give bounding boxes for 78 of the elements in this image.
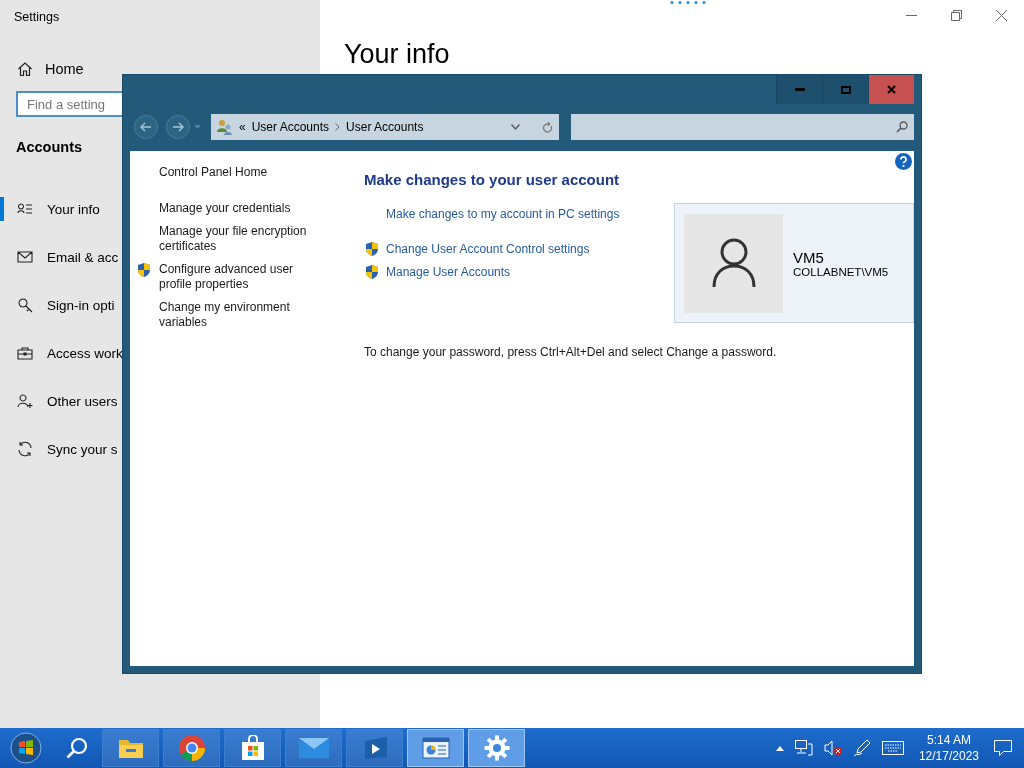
- sync-icon: [16, 441, 34, 457]
- minimize-icon: [794, 88, 805, 91]
- nav-item[interactable]: Access work: [0, 329, 123, 377]
- start-orb-icon: [10, 732, 42, 764]
- task-link[interactable]: Manage User Accounts: [386, 264, 511, 279]
- close-icon: [887, 85, 896, 94]
- window-title: Settings: [13, 9, 61, 26]
- shield-icon: [364, 240, 380, 257]
- page-heading: Your info: [344, 38, 450, 70]
- sidebar-link[interactable]: Configure advanced user profile properties: [159, 262, 319, 292]
- help-icon[interactable]: [895, 153, 912, 170]
- control-panel-icon: [421, 737, 450, 759]
- search-icon: [66, 737, 88, 759]
- account-name: COLLABNET\VM5: [793, 265, 889, 278]
- shield-icon: [136, 262, 152, 278]
- loading-dots-icon: [670, 0, 706, 5]
- password-note: To change your password, press Ctrl+Alt+Del and select Change a password.: [364, 345, 778, 359]
- task-link[interactable]: Change User Account Control settings: [386, 241, 590, 256]
- key-icon: [16, 297, 34, 313]
- sidebar-link[interactable]: Control Panel Home: [159, 165, 268, 180]
- network-icon[interactable]: [794, 740, 813, 756]
- search-icon: [896, 120, 908, 133]
- person-icon: [711, 238, 756, 288]
- nav-item[interactable]: Sync your s: [0, 425, 118, 473]
- home-icon: [17, 61, 33, 77]
- keyboard-icon[interactable]: [881, 741, 904, 755]
- nav-item[interactable]: Your info: [0, 185, 100, 233]
- sidebar-link[interactable]: Manage your credentials: [159, 201, 291, 216]
- forward-button[interactable]: [166, 114, 190, 139]
- dropdown-caret-icon[interactable]: [511, 123, 520, 130]
- person-list-icon: [16, 201, 34, 217]
- pen-icon[interactable]: [852, 739, 871, 757]
- envelope-icon: [298, 738, 329, 758]
- task-link[interactable]: Make changes to my account in PC settings: [386, 206, 620, 221]
- person-add-icon: [16, 393, 34, 409]
- taskbar-app-button[interactable]: [407, 729, 464, 767]
- back-button[interactable]: [134, 114, 158, 139]
- notification-icon[interactable]: [994, 739, 1012, 757]
- shield-icon: [364, 263, 380, 280]
- briefcase-icon: [16, 345, 34, 361]
- home-label: Home: [45, 61, 84, 77]
- breadcrumb-overflow[interactable]: «: [239, 119, 246, 134]
- close-button[interactable]: [868, 75, 914, 104]
- home-nav-item[interactable]: Home: [0, 40, 88, 86]
- nav-item[interactable]: Email & acc: [0, 233, 119, 281]
- breadcrumb-item[interactable]: User Accounts: [251, 119, 330, 134]
- sidebar-link[interactable]: Change my environment variables: [159, 300, 319, 330]
- taskbar-app-button[interactable]: [163, 729, 220, 767]
- forward-arrow-icon: [172, 121, 184, 132]
- taskbar-app-button[interactable]: [224, 729, 281, 767]
- nav-item[interactable]: Sign-in opti: [0, 281, 115, 329]
- section-heading: Make changes to your user account: [364, 171, 621, 188]
- taskbar-app-button[interactable]: [468, 729, 525, 767]
- clock[interactable]: 5:14 AM 12/17/2023: [918, 732, 979, 764]
- taskbar-app-button[interactable]: [102, 729, 159, 767]
- refresh-icon[interactable]: [542, 120, 553, 133]
- search-field[interactable]: [571, 113, 914, 140]
- nav-item[interactable]: Other users: [0, 377, 118, 425]
- search-field[interactable]: Find a setting: [16, 91, 122, 117]
- date-text: 12/17/2023: [918, 748, 979, 764]
- browser-icon: [177, 734, 206, 762]
- user-name: VM5: [793, 248, 825, 266]
- chevron-icon: [335, 122, 341, 131]
- show-hidden-icons-caret-icon[interactable]: [775, 745, 784, 751]
- sidebar-link[interactable]: Manage your file encryption certificates: [159, 224, 319, 254]
- maximize-icon: [840, 85, 851, 94]
- taskbar-app-button[interactable]: [285, 729, 342, 767]
- users-icon: [217, 118, 233, 135]
- section-title: Accounts: [16, 139, 83, 157]
- mail-icon: [16, 249, 34, 265]
- breadcrumb-item[interactable]: User Accounts: [346, 119, 424, 134]
- time-text: 5:14 AM: [926, 732, 971, 748]
- back-arrow-icon: [140, 121, 152, 132]
- folder-icon: [117, 737, 144, 759]
- gear-icon: [483, 735, 510, 761]
- address-bar[interactable]: « User Accounts User Accounts: [211, 113, 559, 140]
- shopping-bag-icon: [239, 735, 266, 761]
- volume-muted-icon[interactable]: [823, 740, 842, 756]
